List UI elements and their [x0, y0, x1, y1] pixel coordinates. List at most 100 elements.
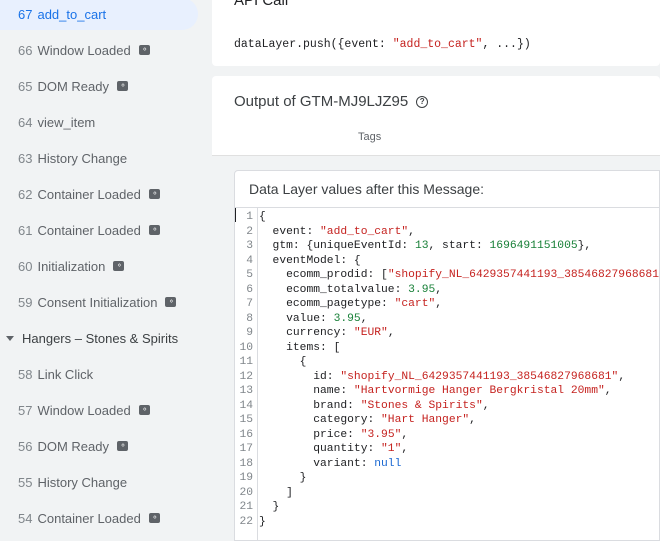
code-line: 1{ — [235, 210, 266, 225]
line-number: 21 — [239, 501, 253, 513]
sidebar-group-header[interactable]: Hangers – Stones & Spirits — [0, 322, 198, 354]
code-token: 13 — [414, 240, 429, 252]
code-token: value: — [259, 312, 334, 325]
sidebar-event-item[interactable]: 63 History Change — [0, 142, 198, 174]
code-line: 13 name: "Hartvormige Hanger Bergkristal… — [235, 384, 612, 399]
event-label: DOM Ready — [37, 78, 109, 94]
code-token: , — [387, 327, 395, 339]
api-call-code: dataLayer.push({event: "add_to_cart", ..… — [234, 38, 531, 51]
event-number: 63 — [18, 150, 33, 166]
line-content: price: "3.95", — [257, 429, 408, 441]
event-label: Window Loaded — [37, 402, 131, 418]
sidebar-event-item[interactable]: 54 Container Loaded — [0, 502, 198, 534]
code-line: 3 gtm: {uniqueEventId: 13, start: 169649… — [235, 239, 591, 254]
sidebar-event-item[interactable]: 67 add_to_cart — [0, 0, 198, 30]
sidebar-event-item[interactable]: 65 DOM Ready — [0, 70, 198, 102]
code-token: 3.95 — [408, 283, 436, 296]
line-content: name: "Hartvormige Hanger Bergkristal 20… — [257, 385, 612, 397]
code-line: 16 price: "3.95", — [235, 428, 408, 443]
line-number: 19 — [239, 472, 253, 484]
event-number: 56 — [18, 438, 33, 454]
output-card: Output of GTM-MJ9LJZ95 ? Tags — [212, 76, 660, 156]
line-number: 4 — [246, 254, 253, 267]
line-number: 10 — [239, 341, 253, 354]
code-token: null — [374, 457, 402, 470]
sidebar-event-item[interactable]: 58 Link Click — [0, 358, 198, 390]
group-label: Hangers – Stones & Spirits — [22, 330, 179, 346]
sidebar-event-item[interactable]: 55 History Change — [0, 466, 198, 498]
event-label: add_to_cart — [37, 6, 107, 22]
sidebar-event-item[interactable]: 60 Initialization — [0, 250, 198, 282]
output-title: Output of GTM-MJ9LJZ95 ? — [234, 93, 429, 110]
code-line: 8 value: 3.95, — [235, 312, 367, 327]
line-number: 20 — [239, 486, 253, 499]
api-call-title: API Call — [234, 0, 289, 9]
code-token: , — [482, 399, 490, 412]
code-token: price: — [259, 428, 361, 441]
event-label: Container Loaded — [37, 222, 141, 238]
event-number: 59 — [18, 294, 33, 310]
event-label: History Change — [37, 474, 128, 490]
event-number: 55 — [18, 474, 33, 490]
code-line: 9 currency: "EUR", — [235, 326, 395, 341]
code-line: 19 } — [235, 471, 306, 486]
line-content: event: "add_to_cart", — [257, 226, 415, 238]
code-line: 7 ecomm_pagetype: "cart", — [235, 297, 442, 312]
sidebar-event-item[interactable]: 61 Container Loaded — [0, 214, 198, 246]
sidebar-event-item[interactable]: 62 Container Loaded — [0, 178, 198, 210]
sidebar-event-item[interactable]: 56 DOM Ready — [0, 430, 198, 462]
line-content: { — [257, 356, 307, 368]
code-token: gtm: {uniqueEventId: — [259, 240, 415, 252]
code-line: 4 eventModel: { — [235, 254, 360, 269]
code-line: 6 ecomm_totalvalue: 3.95, — [235, 283, 442, 298]
sidebar-event-item[interactable]: 64 view_item — [0, 106, 198, 138]
line-number: 7 — [246, 298, 253, 310]
line-number: 17 — [239, 443, 253, 455]
code-token: , — [604, 385, 612, 397]
code-token: "EUR" — [353, 327, 388, 339]
code-token: name: — [259, 385, 354, 397]
datalayer-title: Data Layer values after this Message: — [249, 181, 485, 197]
code-token: "shopify_NL_6429357441193_38546827968681… — [340, 370, 619, 383]
line-number: 13 — [239, 385, 253, 397]
code-badge-icon — [113, 261, 125, 271]
code-token: }, — [577, 240, 592, 252]
api-call-card: API Call dataLayer.push({event: "add_to_… — [212, 0, 660, 66]
code-token: ecomm_prodid: [ — [259, 269, 388, 281]
line-content: currency: "EUR", — [257, 327, 395, 339]
code-line: 15 category: "Hart Hanger", — [235, 413, 476, 428]
code-badge-icon — [165, 297, 177, 307]
event-label: Window Loaded — [37, 42, 131, 58]
datalayer-card: Data Layer values after this Message: 1{… — [234, 170, 660, 541]
line-number: 9 — [246, 327, 253, 339]
sidebar-event-item[interactable]: 66 Window Loaded — [0, 34, 198, 66]
event-number: 54 — [18, 510, 33, 526]
code-token: id: — [259, 370, 341, 383]
sidebar-event-item[interactable]: 59 Consent Initialization — [0, 286, 198, 318]
code-line: 18 variant: null — [235, 457, 401, 472]
event-label: Link Click — [37, 366, 94, 382]
code-badge-icon — [138, 45, 150, 55]
line-content: ecomm_pagetype: "cart", — [257, 298, 442, 310]
event-number: 65 — [18, 78, 33, 94]
code-badge-icon — [138, 405, 150, 415]
code-token: variant: — [259, 457, 375, 470]
code-token: currency: — [259, 327, 354, 339]
code-badge-icon — [117, 81, 128, 91]
help-icon[interactable]: ? — [416, 95, 429, 108]
sidebar-event-item[interactable]: 57 Window Loaded — [0, 394, 198, 426]
code-line: 10 items: [ — [235, 341, 340, 356]
code-token: { — [259, 356, 307, 368]
code-token: "3.95" — [360, 428, 402, 441]
code-token: "Hartvormige Hanger Bergkristal 20mm" — [353, 385, 605, 397]
line-content: items: [ — [257, 342, 340, 354]
code-line: 20 ] — [235, 486, 292, 501]
event-label: DOM Ready — [37, 438, 109, 454]
datalayer-code-box[interactable]: 1{2 event: "add_to_cart", 3 gtm: {uniqueE… — [235, 207, 660, 541]
line-number: 3 — [246, 240, 253, 252]
tab-tags[interactable]: Tags — [358, 131, 381, 143]
code-token: 1696491151005 — [489, 240, 578, 252]
line-content: variant: null — [257, 458, 401, 470]
line-content: } — [257, 501, 280, 513]
event-number: 58 — [18, 366, 33, 382]
